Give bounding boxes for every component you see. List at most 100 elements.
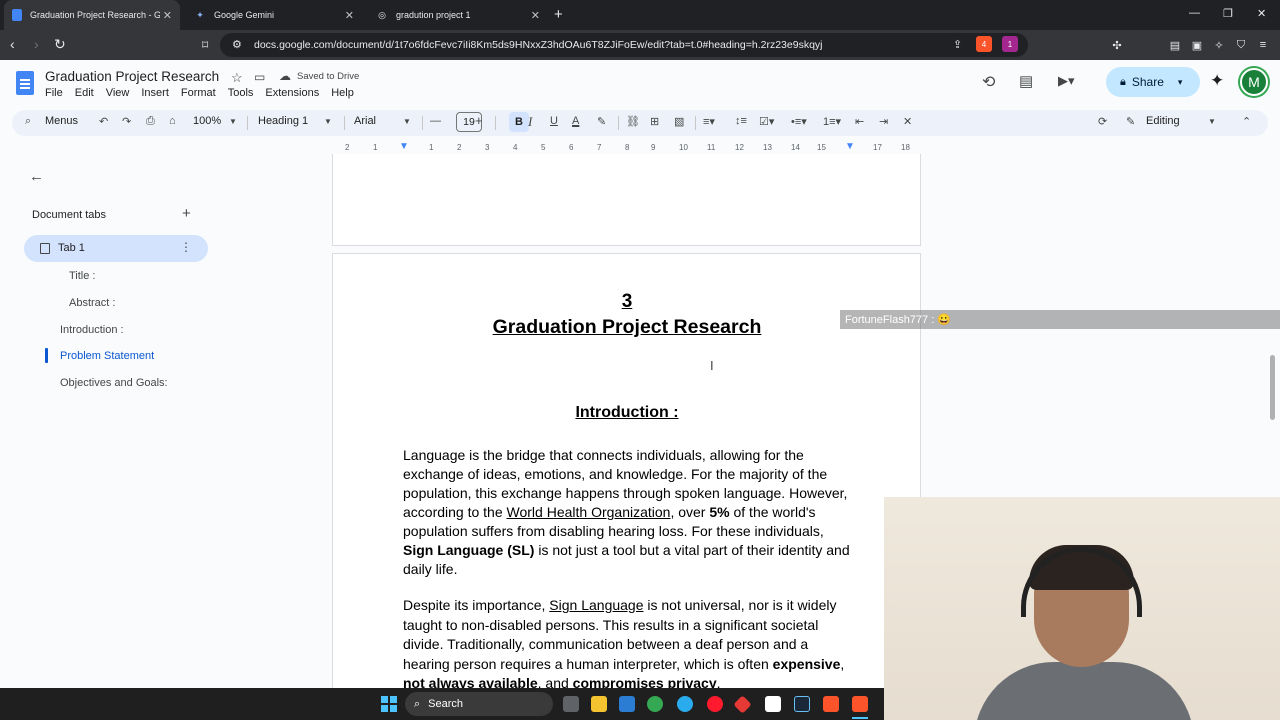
underline-button[interactable]: U xyxy=(550,115,558,127)
brave-rewards-icon[interactable]: 1 xyxy=(1002,36,1018,52)
comments-icon[interactable]: ▤ xyxy=(1019,72,1033,90)
outline-item-title[interactable]: Title : xyxy=(69,270,96,282)
increase-indent-icon[interactable]: ⇥ xyxy=(879,115,888,128)
print-icon[interactable]: ⎙ xyxy=(146,115,155,128)
font-select[interactable]: Arial xyxy=(354,115,376,127)
file-explorer-icon[interactable] xyxy=(591,696,607,712)
menu-file[interactable]: File xyxy=(45,87,63,99)
chrome-icon[interactable] xyxy=(647,696,663,712)
share-button[interactable]: 🔒︎ Share ▾ xyxy=(1106,67,1200,97)
reload-icon[interactable]: ↻ xyxy=(54,36,66,53)
outline-item-abstract[interactable]: Abstract : xyxy=(69,297,115,309)
bookmark-icon[interactable]: ⌑ xyxy=(202,38,208,52)
outline-item-objectives[interactable]: Objectives and Goals: xyxy=(60,377,168,389)
text-color-button[interactable]: A xyxy=(572,115,579,127)
move-folder-icon[interactable]: ▭ xyxy=(254,70,265,84)
editing-mode-select[interactable]: Editing xyxy=(1146,115,1180,127)
browser-menu-icon[interactable]: ≡ xyxy=(1256,38,1270,52)
notion-icon[interactable] xyxy=(765,696,781,712)
chevron-down-icon[interactable]: ▼ xyxy=(1208,117,1216,126)
brave-icon[interactable] xyxy=(823,696,839,712)
menu-extensions[interactable]: Extensions xyxy=(265,87,319,99)
brave-shield-icon[interactable]: 4 xyxy=(976,36,992,52)
highlight-icon[interactable]: ✎ xyxy=(597,115,606,128)
task-view-icon[interactable] xyxy=(563,696,579,712)
decrease-indent-icon[interactable]: ⇤ xyxy=(855,115,864,128)
bullet-list-icon[interactable]: •≡▾ xyxy=(791,115,807,128)
tab-1[interactable]: Tab 1 ⋮ xyxy=(24,235,208,262)
clear-formatting-icon[interactable]: ✕ xyxy=(903,115,912,128)
share-page-icon[interactable]: ⇪ xyxy=(953,38,962,51)
italic-button[interactable]: I xyxy=(528,114,532,130)
url-field[interactable]: ⚙ docs.google.com/document/d/1t7o6fdcFev… xyxy=(220,33,1028,57)
who-link[interactable]: World Health Organization xyxy=(507,504,671,520)
browser-tab-gemini[interactable]: ✦ Google Gemini ✕ xyxy=(186,0,362,30)
menu-tools[interactable]: Tools xyxy=(228,87,254,99)
steam-icon[interactable] xyxy=(794,696,810,712)
chevron-down-icon[interactable]: ▼ xyxy=(324,117,332,126)
chevron-down-icon[interactable]: ▼ xyxy=(403,117,411,126)
insert-image-icon[interactable]: ▧ xyxy=(674,115,684,128)
gemini-icon[interactable]: ✦ xyxy=(1210,71,1224,91)
link-icon[interactable]: ⛓ xyxy=(626,115,640,128)
align-icon[interactable]: ≡▾ xyxy=(703,115,715,128)
vpn-icon[interactable]: ⛉ xyxy=(1234,38,1248,52)
close-icon[interactable]: ✕ xyxy=(163,9,172,22)
paint-format-icon[interactable]: ⌂ xyxy=(169,115,176,127)
windows-start-icon[interactable] xyxy=(381,696,397,712)
star-icon[interactable]: ☆ xyxy=(231,70,243,86)
outline-item-introduction[interactable]: Introduction : xyxy=(60,324,124,336)
new-tab-button[interactable]: + xyxy=(554,6,563,23)
increase-font-size-button[interactable]: + xyxy=(475,113,483,128)
sidebar-toggle-icon[interactable]: ▤ xyxy=(1168,38,1182,52)
meet-icon[interactable]: ▶▾ xyxy=(1058,73,1075,89)
telegram-icon[interactable] xyxy=(677,696,693,712)
browser-tab-docs[interactable]: Graduation Project Research - Goo ✕ xyxy=(4,0,180,30)
minimize-button[interactable]: — xyxy=(1189,7,1200,19)
menu-help[interactable]: Help xyxy=(331,87,354,99)
opera-icon[interactable] xyxy=(707,696,723,712)
indent-marker-icon[interactable]: ▼ xyxy=(399,141,409,152)
menu-edit[interactable]: Edit xyxy=(75,87,94,99)
back-icon[interactable]: ‹ xyxy=(10,36,15,52)
outlook-icon[interactable] xyxy=(619,696,635,712)
menu-view[interactable]: View xyxy=(106,87,130,99)
suggest-icon[interactable]: ⟳ xyxy=(1098,115,1107,128)
docs-logo-icon[interactable] xyxy=(16,71,34,95)
chevron-down-icon[interactable]: ▼ xyxy=(229,117,237,126)
close-icon[interactable]: ✕ xyxy=(345,9,354,22)
numbered-list-icon[interactable]: 1≡▾ xyxy=(823,115,841,128)
menu-insert[interactable]: Insert xyxy=(141,87,169,99)
bold-button[interactable]: B xyxy=(509,112,529,132)
zoom-select[interactable]: 100% xyxy=(193,115,221,127)
document-page[interactable]: 3 Graduation Project Research I Introduc… xyxy=(332,253,921,720)
horizontal-ruler[interactable]: 2 1 ▼ 1 2 3 4 5 6 7 8 9 10 11 12 13 14 1… xyxy=(333,140,921,154)
avatar[interactable]: M xyxy=(1240,68,1268,96)
maximize-button[interactable]: ❐ xyxy=(1223,7,1233,20)
sign-language-link[interactable]: Sign Language xyxy=(549,597,643,613)
style-select[interactable]: Heading 1 xyxy=(258,115,308,127)
collapse-toolbar-icon[interactable]: ⌃ xyxy=(1242,115,1251,128)
wallet-icon[interactable]: ▣ xyxy=(1190,38,1204,52)
app-icon[interactable] xyxy=(733,695,752,714)
taskbar-search[interactable]: ⌕ Search xyxy=(405,692,553,716)
close-icon[interactable]: ✕ xyxy=(531,9,540,22)
checklist-icon[interactable]: ☑▾ xyxy=(759,115,774,128)
menu-format[interactable]: Format xyxy=(181,87,216,99)
version-history-icon[interactable]: ⟲ xyxy=(982,72,995,92)
forward-icon[interactable]: › xyxy=(34,36,39,52)
outline-item-problem-statement[interactable]: Problem Statement xyxy=(60,350,154,362)
menus-search[interactable]: Menus xyxy=(45,115,78,127)
undo-icon[interactable]: ↶ xyxy=(99,115,108,128)
window-close-button[interactable]: ✕ xyxy=(1257,7,1266,20)
document-title[interactable]: Graduation Project Research xyxy=(45,69,219,84)
leo-ai-icon[interactable]: ✧ xyxy=(1212,38,1226,52)
more-options-icon[interactable]: ⋮ xyxy=(180,240,192,254)
redo-icon[interactable]: ↷ xyxy=(122,115,131,128)
site-info-icon[interactable]: ⚙ xyxy=(232,38,242,51)
line-spacing-icon[interactable]: ↕≡ xyxy=(735,115,747,127)
add-comment-icon[interactable]: ⊞ xyxy=(650,115,659,128)
extensions-icon[interactable]: ✣ xyxy=(1110,38,1124,52)
back-arrow-icon[interactable]: ← xyxy=(29,168,44,185)
brave-active-icon[interactable] xyxy=(852,696,868,712)
